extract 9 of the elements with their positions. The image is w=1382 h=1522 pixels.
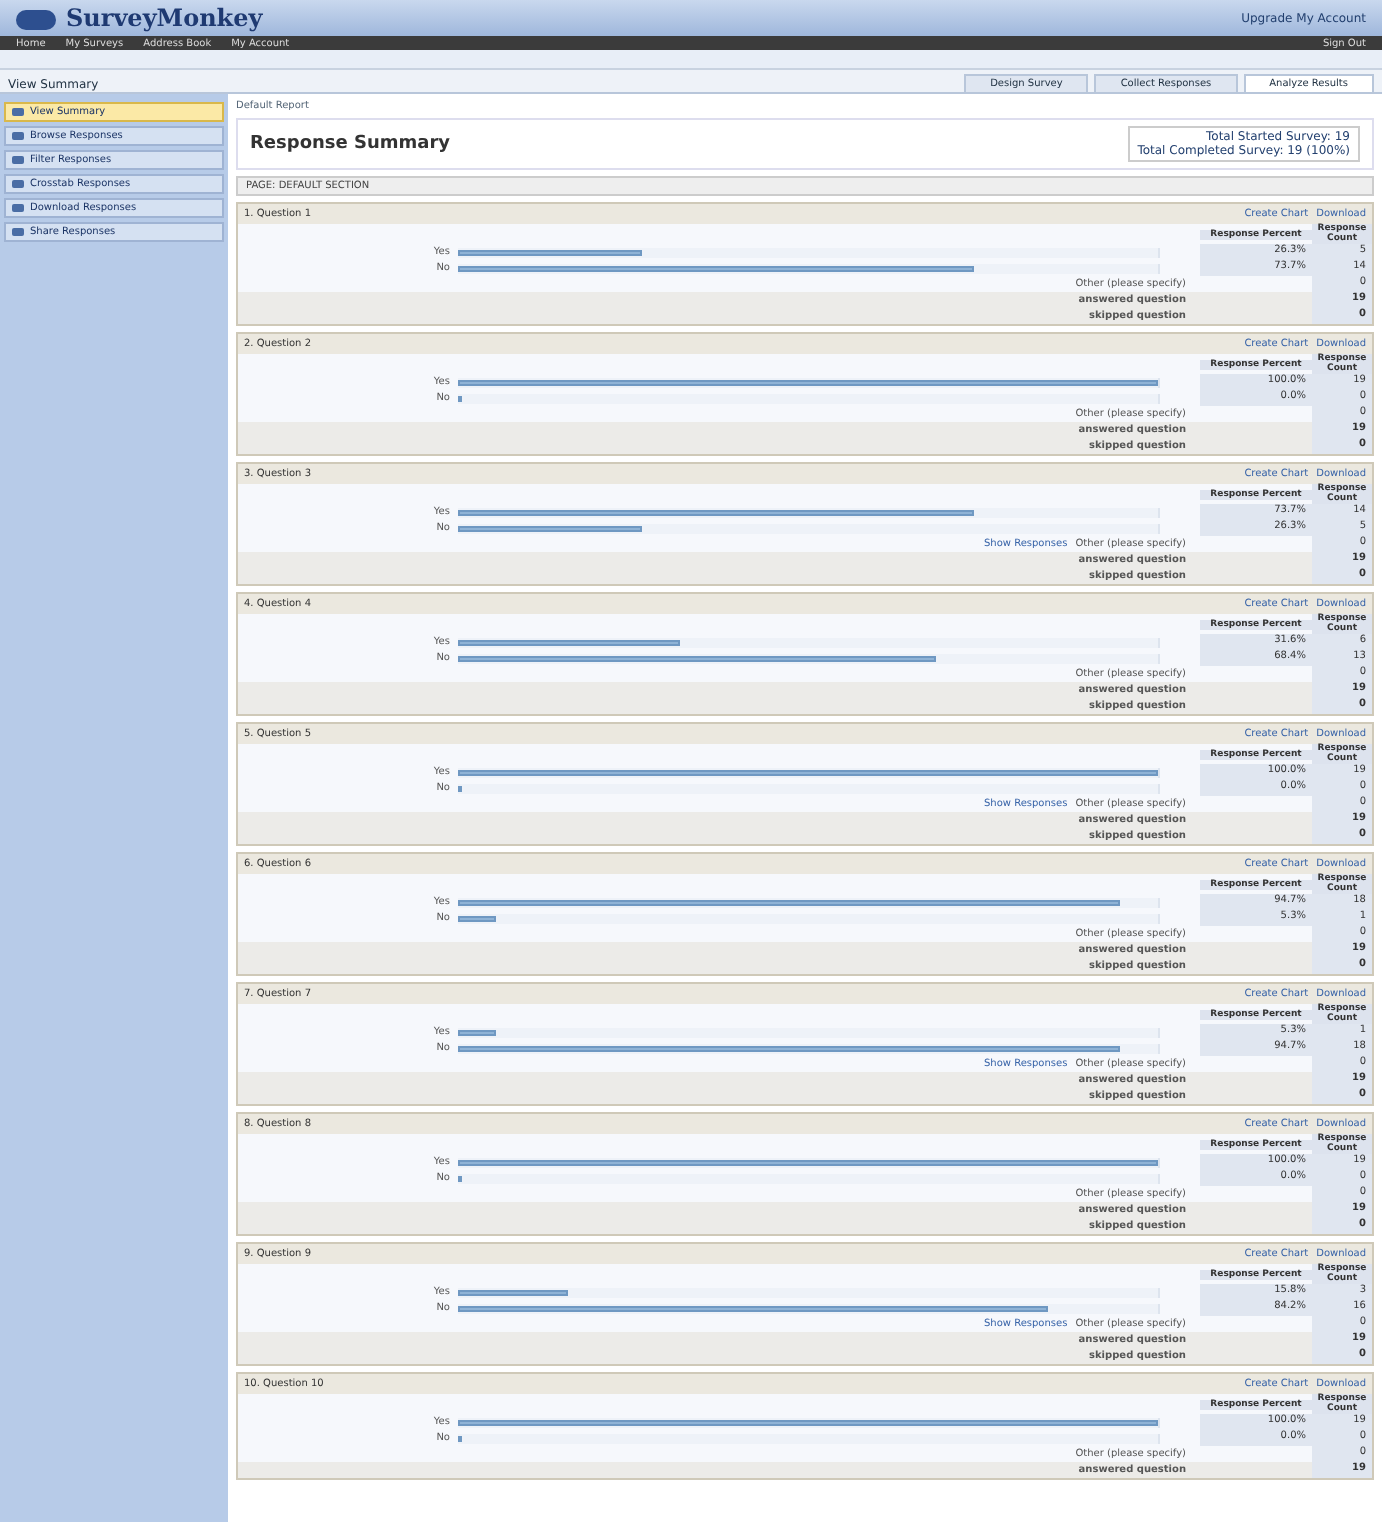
- item-icon: [12, 108, 24, 116]
- page-title: Response Summary: [250, 134, 451, 154]
- item-icon: [12, 204, 24, 212]
- logo[interactable]: SurveyMonkey: [16, 4, 263, 32]
- item-icon: [12, 180, 24, 188]
- item-icon: [12, 156, 24, 164]
- item-icon: [12, 132, 24, 140]
- item-icon: [12, 228, 24, 236]
- logo-icon: [16, 9, 56, 30]
